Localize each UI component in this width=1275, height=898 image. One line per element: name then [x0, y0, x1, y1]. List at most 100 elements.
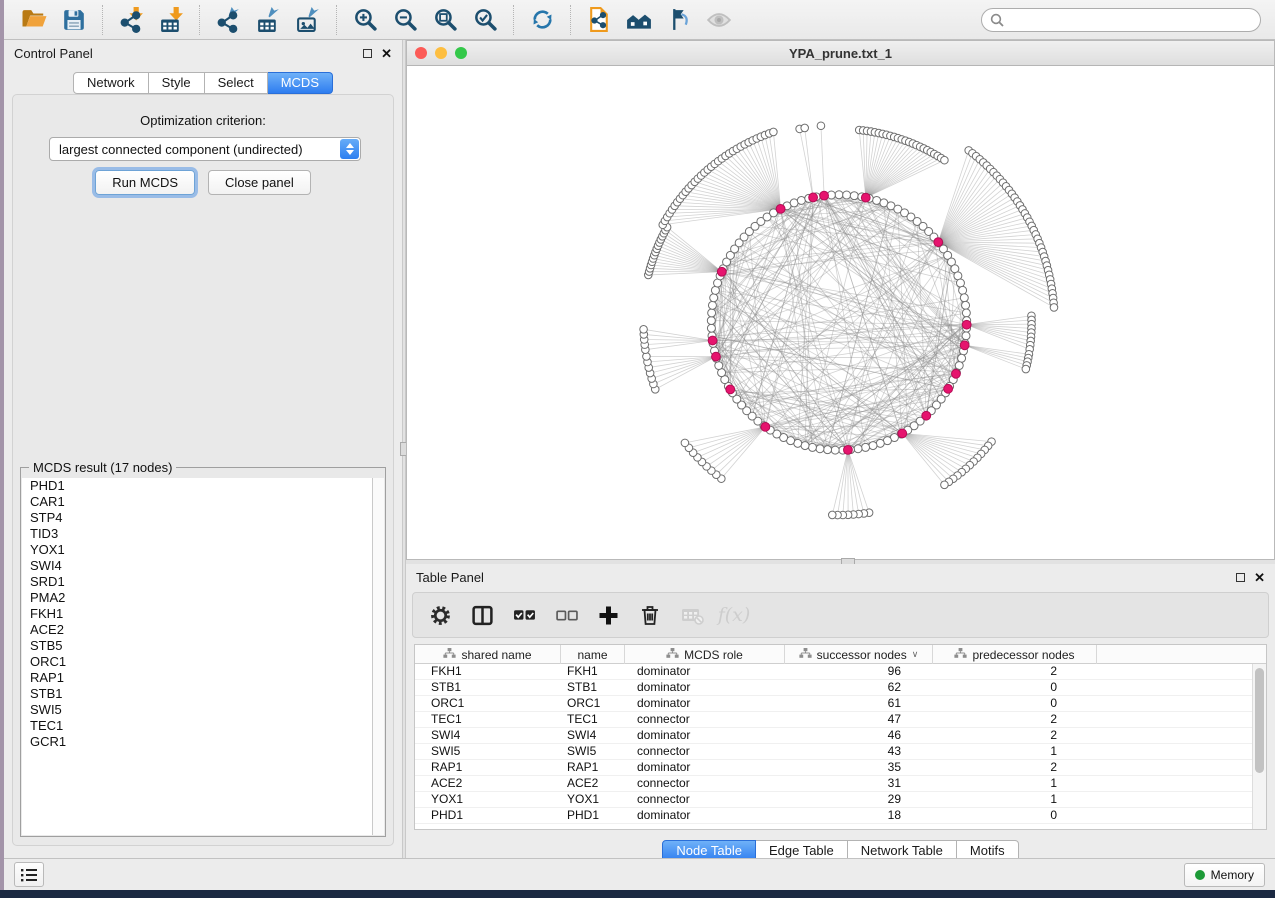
mcds-node-item[interactable]: GCR1	[22, 734, 372, 750]
import-table-icon[interactable]	[151, 4, 191, 36]
column-header-MCDS-role[interactable]: MCDS role	[625, 645, 785, 664]
run-mcds-button[interactable]: Run MCDS	[95, 170, 195, 195]
table-cell[interactable]: dominator	[625, 664, 785, 679]
float-panel-icon[interactable]	[363, 49, 372, 58]
table-cell[interactable]: FKH1	[561, 664, 625, 679]
show-hidden-eye-icon[interactable]	[699, 4, 739, 36]
table-cell[interactable]: SWI4	[415, 728, 561, 743]
table-row[interactable]: FKH1FKH1dominator962	[415, 664, 1266, 680]
table-cell[interactable]: PHD1	[561, 808, 625, 823]
table-cell[interactable]: ACE2	[561, 776, 625, 791]
table-scrollbar[interactable]	[1252, 664, 1266, 829]
optimization-criterion-select[interactable]: largest connected component (undirected)	[49, 137, 361, 161]
table-cell[interactable]: dominator	[625, 728, 785, 743]
add-column-icon[interactable]	[595, 602, 621, 628]
table-cell[interactable]: SWI5	[415, 744, 561, 759]
zoom-fit-icon[interactable]	[425, 4, 465, 36]
mcds-node-item[interactable]: CAR1	[22, 494, 372, 510]
new-network-from-selection-icon[interactable]	[579, 4, 619, 36]
table-cell[interactable]: 2	[933, 760, 1097, 775]
table-cell[interactable]: TEC1	[415, 712, 561, 727]
tab-network[interactable]: Network	[73, 72, 149, 94]
refresh-layout-icon[interactable]	[522, 4, 562, 36]
table-cell[interactable]: connector	[625, 792, 785, 807]
mcds-node-item[interactable]: RAP1	[22, 670, 372, 686]
table-row[interactable]: PHD1PHD1dominator180	[415, 808, 1266, 824]
table-scrollbar-thumb[interactable]	[1255, 668, 1264, 773]
table-cell[interactable]: connector	[625, 744, 785, 759]
table-cell[interactable]: dominator	[625, 808, 785, 823]
table-cell[interactable]: YOX1	[415, 792, 561, 807]
export-network-icon[interactable]	[208, 4, 248, 36]
table-cell[interactable]: FKH1	[415, 664, 561, 679]
mcds-node-item[interactable]: STB5	[22, 638, 372, 654]
table-cell[interactable]: ORC1	[415, 696, 561, 711]
table-row[interactable]: YOX1YOX1connector291	[415, 792, 1266, 808]
close-table-panel-icon[interactable]: ✕	[1254, 573, 1265, 582]
mcds-list-scrollbar[interactable]	[372, 478, 384, 835]
table-cell[interactable]: STB1	[561, 680, 625, 695]
select-all-icon[interactable]	[511, 602, 537, 628]
table-cell[interactable]: RAP1	[415, 760, 561, 775]
column-header-successor-nodes[interactable]: successor nodes∨	[785, 645, 933, 664]
table-row[interactable]: TEC1TEC1connector472	[415, 712, 1266, 728]
mcds-node-item[interactable]: STP4	[22, 510, 372, 526]
table-cell[interactable]: ORC1	[561, 696, 625, 711]
table-cell[interactable]: 2	[933, 728, 1097, 743]
mcds-node-item[interactable]: PHD1	[22, 478, 372, 494]
table-cell[interactable]: dominator	[625, 760, 785, 775]
table-row[interactable]: ORC1ORC1dominator610	[415, 696, 1266, 712]
save-session-icon[interactable]	[54, 4, 94, 36]
network-graph[interactable]	[407, 66, 1274, 559]
table-cell[interactable]: SWI4	[561, 728, 625, 743]
function-builder-icon[interactable]: f(x)	[721, 602, 747, 628]
table-cell[interactable]: dominator	[625, 696, 785, 711]
task-history-button[interactable]	[14, 862, 44, 887]
table-cell[interactable]: YOX1	[561, 792, 625, 807]
export-table-icon[interactable]	[248, 4, 288, 36]
table-cell[interactable]: SWI5	[561, 744, 625, 759]
table-cell[interactable]: dominator	[625, 680, 785, 695]
mcds-node-item[interactable]: ACE2	[22, 622, 372, 638]
table-cell[interactable]: 47	[785, 712, 933, 727]
delete-table-icon[interactable]	[679, 602, 705, 628]
table-row[interactable]: SWI4SWI4dominator462	[415, 728, 1266, 744]
table-cell[interactable]: 1	[933, 776, 1097, 791]
table-cell[interactable]: 1	[933, 744, 1097, 759]
search-box[interactable]	[981, 8, 1261, 32]
zoom-out-icon[interactable]	[385, 4, 425, 36]
table-cell[interactable]: 61	[785, 696, 933, 711]
mcds-node-item[interactable]: TID3	[22, 526, 372, 542]
table-mode-gear-icon[interactable]	[427, 602, 453, 628]
mcds-node-item[interactable]: ORC1	[22, 654, 372, 670]
mcds-node-item[interactable]: SWI4	[22, 558, 372, 574]
table-cell[interactable]: 31	[785, 776, 933, 791]
tab-mcds[interactable]: MCDS	[268, 72, 333, 94]
network-canvas[interactable]	[407, 66, 1274, 559]
table-cell[interactable]: 62	[785, 680, 933, 695]
mcds-node-item[interactable]: SWI5	[22, 702, 372, 718]
table-row[interactable]: STB1STB1dominator620	[415, 680, 1266, 696]
table-cell[interactable]: connector	[625, 712, 785, 727]
table-cell[interactable]: 43	[785, 744, 933, 759]
mcds-node-item[interactable]: STB1	[22, 686, 372, 702]
table-row[interactable]: RAP1RAP1dominator352	[415, 760, 1266, 776]
table-row[interactable]: SWI5SWI5connector431	[415, 744, 1266, 760]
table-cell[interactable]: connector	[625, 776, 785, 791]
table-cell[interactable]: 0	[933, 680, 1097, 695]
table-cell[interactable]: 0	[933, 808, 1097, 823]
deselect-all-icon[interactable]	[553, 602, 579, 628]
table-cell[interactable]: 35	[785, 760, 933, 775]
first-neighbors-icon[interactable]	[619, 4, 659, 36]
table-cell[interactable]: TEC1	[561, 712, 625, 727]
table-cell[interactable]: ACE2	[415, 776, 561, 791]
import-network-icon[interactable]	[111, 4, 151, 36]
table-cell[interactable]: 96	[785, 664, 933, 679]
column-header-shared-name[interactable]: shared name	[415, 645, 561, 664]
table-row[interactable]: ACE2ACE2connector311	[415, 776, 1266, 792]
mcds-node-item[interactable]: YOX1	[22, 542, 372, 558]
network-window-titlebar[interactable]: YPA_prune.txt_1	[407, 41, 1274, 66]
mcds-node-item[interactable]: PMA2	[22, 590, 372, 606]
table-cell[interactable]: PHD1	[415, 808, 561, 823]
mcds-result-list[interactable]: PHD1CAR1STP4TID3YOX1SWI4SRD1PMA2FKH1ACE2…	[22, 478, 372, 835]
